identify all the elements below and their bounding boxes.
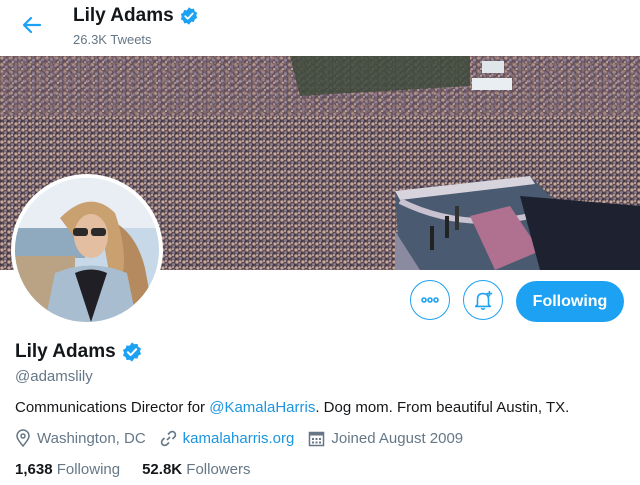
- profile-bio: Communications Director for @KamalaHarri…: [15, 399, 569, 416]
- more-icon: [421, 297, 439, 303]
- verified-badge-icon: [122, 342, 141, 362]
- website-link[interactable]: kamalaharris.org: [183, 430, 295, 447]
- profile-avatar[interactable]: [11, 174, 163, 326]
- header-name-text: Lily Adams: [73, 5, 174, 26]
- profile-header: Lily Adams 26.3K Tweets: [0, 0, 640, 56]
- link-icon: [160, 430, 176, 446]
- bio-text-prefix: Communications Director for: [15, 399, 210, 416]
- following-count: 1,638: [15, 461, 53, 478]
- bio-mention-link[interactable]: @KamalaHarris: [209, 399, 315, 416]
- avatar-photo: [15, 178, 159, 322]
- profile-name-text: Lily Adams: [15, 341, 116, 362]
- bell-plus-icon: [474, 290, 493, 310]
- tweet-count: 26.3K Tweets: [73, 32, 152, 47]
- location-pin-icon: [16, 429, 30, 447]
- followers-count: 52.8K: [142, 461, 183, 478]
- back-arrow-icon: [22, 16, 42, 34]
- notifications-button[interactable]: [463, 280, 503, 320]
- followers-label: Followers: [186, 461, 251, 478]
- location-text: Washington, DC: [37, 429, 146, 447]
- joined-item: Joined August 2009: [308, 430, 463, 447]
- location-item: Washington, DC: [15, 429, 146, 447]
- profile-name: Lily Adams: [15, 341, 143, 363]
- back-button[interactable]: [20, 13, 44, 37]
- bio-text-suffix: . Dog mom. From beautiful Austin, TX.: [315, 399, 570, 416]
- profile-meta: Washington, DC kamalaharris.org Joined A…: [15, 429, 477, 447]
- profile-handle: @adamslily: [15, 368, 93, 385]
- followers-count-link[interactable]: 52.8K Followers: [142, 461, 250, 478]
- calendar-icon: [309, 431, 325, 446]
- following-button[interactable]: Following: [516, 281, 624, 322]
- following-count-link[interactable]: 1,638 Following: [15, 461, 120, 478]
- header-name: Lily Adams: [73, 5, 199, 27]
- more-options-button[interactable]: [410, 280, 450, 320]
- verified-badge-icon: [180, 7, 197, 25]
- joined-text: Joined August 2009: [331, 429, 464, 447]
- profile-stats: 1,638 Following 52.8K Followers: [15, 461, 250, 478]
- avatar: [15, 178, 159, 322]
- website-item: kamalaharris.org: [160, 430, 295, 447]
- following-label: Following: [56, 461, 121, 478]
